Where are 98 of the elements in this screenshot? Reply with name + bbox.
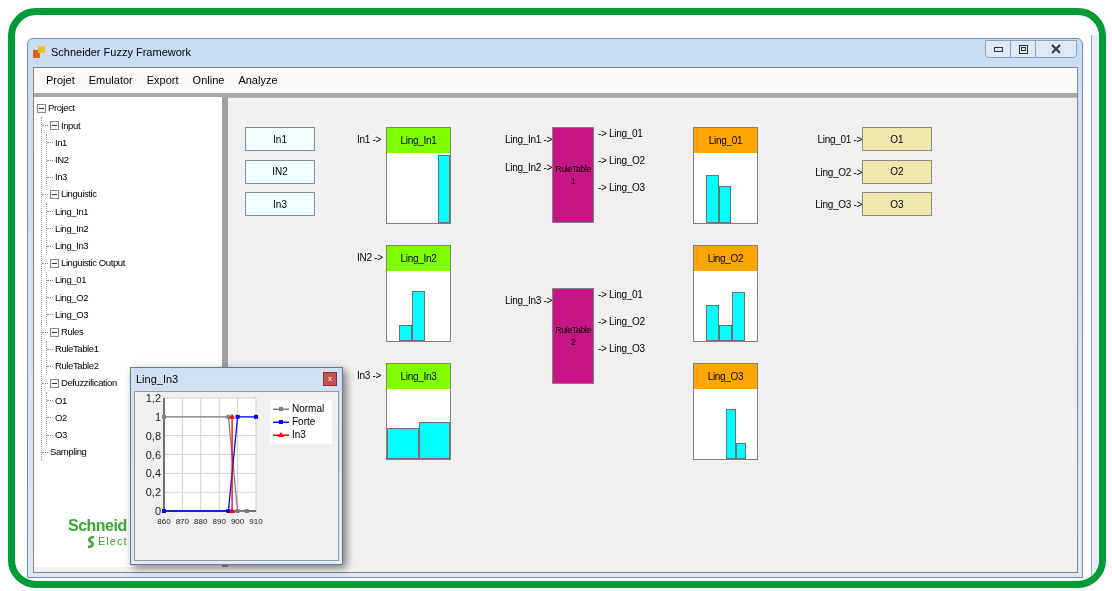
connector-label: IN2 -> — [357, 252, 383, 264]
membership-block[interactable]: Ling_In1 — [386, 127, 451, 224]
tick-label: 1,2 — [145, 392, 161, 404]
close-icon — [1051, 44, 1061, 54]
input-block[interactable]: In3 — [245, 192, 315, 216]
membership-bar — [719, 186, 731, 223]
window-title: Schneider Fuzzy Framework — [51, 44, 191, 60]
output-block[interactable]: O1 — [862, 127, 932, 151]
tree-item[interactable]: Rules — [61, 324, 84, 340]
tree-item[interactable]: Ling_01 — [55, 273, 86, 288]
menu-item[interactable]: Export — [140, 70, 185, 91]
connector-label: -> Ling_01 — [598, 289, 643, 301]
block-title: Ling_In1 — [387, 128, 450, 153]
block-title: Ling_In2 — [387, 246, 450, 271]
tree-item[interactable]: Ling_O2 — [55, 290, 89, 305]
membership-bar — [387, 428, 419, 459]
tick-label: 0,8 — [145, 429, 161, 442]
connector-label: -> Ling_O3 — [598, 182, 645, 194]
tick-label: 0,4 — [145, 467, 161, 480]
connector-label: -> Ling_O2 — [598, 155, 645, 167]
legend-label: Forte — [292, 416, 316, 428]
plug-icon — [86, 535, 96, 548]
minimize-icon — [993, 46, 1003, 52]
tree-item[interactable]: Sampling — [50, 445, 87, 460]
tick-label: 1 — [154, 410, 161, 423]
block-title: Ling_O3 — [694, 364, 757, 389]
membership-block[interactable]: Ling_In3 — [386, 363, 451, 460]
tree-item[interactable]: Ling_In2 — [55, 221, 89, 237]
tree-item[interactable]: In1 — [55, 135, 67, 151]
input-block[interactable]: IN2 — [245, 159, 315, 184]
menu-item[interactable]: Online — [186, 70, 231, 91]
tree-item[interactable]: Ling_In3 — [55, 238, 89, 254]
tree-item[interactable]: Ling_O3 — [55, 307, 89, 322]
block-title: Ling_01 — [694, 128, 757, 153]
legend-label: Normal — [292, 403, 325, 415]
tree-item[interactable]: O1 — [55, 393, 67, 408]
menu-item[interactable]: Projet — [40, 70, 81, 91]
tree-item[interactable]: Linguistic — [61, 187, 97, 202]
input-block[interactable]: In1 — [245, 127, 315, 151]
membership-bar — [438, 155, 450, 223]
tree-item[interactable]: O3 — [55, 428, 67, 443]
membership-block[interactable]: Ling_In2 — [386, 245, 451, 342]
tick-label: 870 — [175, 517, 190, 526]
connector-label: Ling_In2 -> — [504, 162, 552, 174]
collapse-icon[interactable] — [50, 258, 59, 268]
collapse-icon[interactable] — [37, 104, 46, 114]
membership-block[interactable]: Ling_O3 — [693, 363, 758, 460]
connector-label: In3 -> — [357, 370, 382, 382]
connector-label: Ling_In3 -> — [504, 295, 552, 307]
tree-item[interactable]: RuleTable2 — [55, 359, 99, 374]
membership-block[interactable]: Ling_O2 — [693, 245, 758, 342]
tick-label: 900 — [230, 517, 245, 526]
tree-item[interactable]: Linguistic Output — [61, 256, 125, 271]
connector-label: Ling_O2 -> — [815, 166, 862, 179]
connector-label: Ling_In1 -> — [504, 134, 552, 146]
collapse-icon[interactable] — [50, 190, 59, 200]
legend-label: In3 — [292, 429, 306, 441]
connector-label: Ling_O3 -> — [815, 199, 862, 211]
tree-item[interactable]: O2 — [55, 410, 67, 426]
tree-item[interactable]: IN2 — [55, 153, 69, 168]
app-icon — [33, 46, 45, 58]
rule-table-block[interactable]: RuleTable 2 — [552, 288, 594, 384]
output-block[interactable]: O3 — [862, 192, 932, 216]
connector-label: In1 -> — [357, 134, 382, 146]
tick-label: 860 — [157, 517, 171, 526]
membership-block[interactable]: Ling_01 — [693, 127, 758, 224]
membership-bar — [706, 175, 719, 223]
tree-item[interactable]: RuleTable1 — [55, 342, 99, 357]
menu-item[interactable]: Analyze — [232, 70, 284, 91]
connector-label: -> Ling_01 — [598, 128, 643, 140]
dialog-title: Ling_In3 — [136, 371, 179, 387]
maximize-icon — [1018, 44, 1028, 54]
brand-logo-subtitle: Elect — [98, 535, 128, 548]
block-title: Ling_O2 — [694, 246, 757, 271]
menu-item[interactable]: Emulator — [82, 70, 139, 91]
connector-label: -> Ling_O3 — [598, 343, 645, 355]
tree-item[interactable]: In3 — [55, 170, 67, 185]
tree-item[interactable]: Project — [48, 101, 75, 116]
tick-label: 0,6 — [145, 448, 161, 461]
collapse-icon[interactable] — [50, 379, 59, 389]
rule-table-block[interactable]: RuleTable 1 — [552, 127, 594, 223]
tick-label: 890 — [212, 517, 226, 526]
tick-label: 880 — [194, 517, 208, 526]
tick-label: 910 — [249, 517, 263, 526]
close-button[interactable]: x — [323, 372, 337, 386]
tree-item[interactable]: Defuzzification — [61, 376, 117, 391]
tree-item[interactable]: Input — [61, 118, 81, 133]
tree-item[interactable]: Ling_In1 — [55, 204, 89, 219]
tick-label: 0 — [154, 505, 161, 517]
connector-label: Ling_01 -> — [817, 134, 862, 146]
output-block[interactable]: O2 — [862, 159, 932, 184]
tick-label: 0,2 — [145, 486, 161, 499]
collapse-icon[interactable] — [50, 121, 59, 131]
connector-label: -> Ling_O2 — [598, 316, 645, 328]
membership-bar — [419, 422, 450, 459]
block-title: Ling_In3 — [387, 364, 450, 389]
brand-logo-text: Schneid — [68, 517, 128, 535]
collapse-icon[interactable] — [50, 327, 59, 337]
